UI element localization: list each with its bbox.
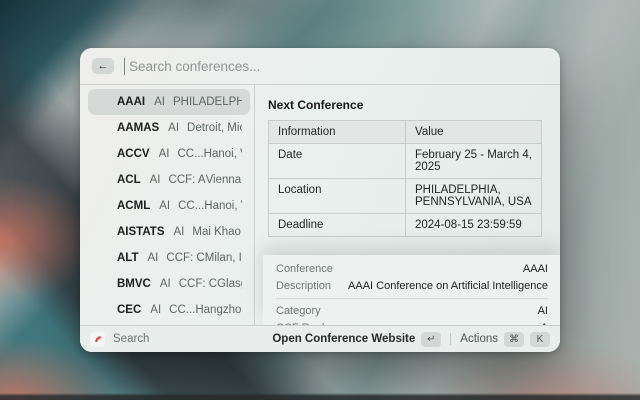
table-cell: February 25 - March 4, 2025: [405, 143, 542, 179]
metadata-value: AAAI Conference on Artificial Intelligen…: [348, 280, 548, 293]
table-cell: Date: [268, 143, 406, 179]
table-cell: PHILADELPHIA, PENNSYLVANIA, USA: [405, 178, 542, 214]
calendar-icon: [96, 226, 109, 239]
conference-location: Glasgow, UK: [217, 278, 242, 290]
text-caret: [124, 57, 125, 75]
next-conference-table: Information Value Date February 25 - March …: [268, 120, 542, 237]
conference-name: CEC: [117, 304, 142, 316]
conference-category: AI: [150, 304, 162, 316]
footer-app-label: Search: [113, 333, 150, 345]
calendar-icon: [96, 96, 109, 109]
table-row: Date February 25 - March 4, 2025: [268, 143, 542, 179]
calendar-icon: [96, 174, 109, 187]
conference-name: BMVC: [117, 278, 151, 290]
conference-category: AI: [147, 252, 159, 264]
metadata-row: Conference AAAI: [276, 260, 548, 278]
conference-name: AAMAS: [117, 122, 160, 134]
k-key-badge: K: [530, 331, 550, 347]
conference-list-item-accv[interactable]: ACCV AI CC...Hanoi, Vietnam: [88, 141, 250, 167]
table-cell: 2024-08-15 23:59:59: [405, 213, 542, 237]
conference-list-item-aistats[interactable]: AISTATS AI Mai Khao, Thail...: [88, 219, 250, 245]
metadata-label: Description: [276, 280, 332, 293]
table-header-cell: Value: [405, 120, 542, 144]
conference-location: Hanoi, Vietnam: [203, 148, 242, 160]
table-row: Location PHILADELPHIA, PENNSYLVANIA, USA: [268, 178, 542, 214]
metadata-label: Category: [276, 304, 321, 317]
metadata-divider: [276, 298, 548, 299]
table-header-cell: Information: [268, 120, 406, 144]
conference-name: ALT: [117, 252, 139, 264]
conference-list-item-acl[interactable]: ACL AI CCF: AVienna, Austria: [88, 167, 250, 193]
conference-list: AAAI AI PHILADELPHIA, PE... AAMAS AI Detroit,…: [80, 85, 254, 325]
conference-rank: CC...: [177, 148, 204, 160]
desktop-wallpaper: ← AAAI AI PHILADELPHIA, PE... AAMAS AI Detroi…: [0, 0, 640, 400]
metadata-panel: Conference AAAI Description AAAI Conference…: [263, 255, 560, 325]
actions-button[interactable]: Actions: [460, 333, 498, 345]
search-bar: ←: [80, 48, 560, 84]
conference-category: AI: [159, 278, 171, 290]
table-cell: Deadline: [268, 213, 406, 237]
conference-list-item-bmvc[interactable]: BMVC AI CCF: CGlasgow, UK: [88, 271, 250, 297]
conference-rank: CCF: C: [178, 278, 218, 290]
conference-location: Hangzhou, China: [195, 304, 242, 316]
detail-heading: Next Conference: [268, 98, 364, 112]
content-area: AAAI AI PHILADELPHIA, PE... AAMAS AI Detroit,…: [80, 85, 560, 325]
back-arrow-icon: ←: [97, 60, 109, 72]
conference-category: AI: [154, 96, 165, 108]
calendar-icon: [96, 278, 109, 291]
conference-category: AI: [149, 174, 161, 186]
raycast-logo-icon: [90, 331, 105, 347]
footer-divider: [450, 333, 452, 345]
table-cell: Location: [268, 178, 406, 214]
cmd-key-badge: ⌘: [504, 331, 524, 347]
conference-name: ACCV: [117, 148, 150, 160]
metadata-row: Category AI: [276, 302, 548, 320]
metadata-value: AI: [537, 304, 548, 317]
conference-list-item-aaai[interactable]: AAAI AI PHILADELPHIA, PE...: [88, 89, 250, 115]
conference-location: Detroit, Michigan...: [187, 122, 242, 134]
conference-name: ACL: [117, 174, 141, 186]
footer-bar: Search Open Conference Website ↵ Actions…: [80, 325, 560, 352]
conference-name: ACML: [117, 200, 151, 212]
conference-rank: CCF: A: [168, 174, 206, 186]
conference-category: AI: [159, 200, 171, 212]
table-header-row: Information Value: [268, 120, 542, 144]
conference-category: AI: [173, 226, 185, 238]
conference-category: AI: [168, 122, 180, 134]
conference-location: PHILADELPHIA, PE...: [173, 96, 242, 108]
calendar-icon: [96, 200, 109, 213]
search-input[interactable]: [127, 57, 548, 75]
conference-name: AISTATS: [117, 226, 165, 238]
launcher-window: ← AAAI AI PHILADELPHIA, PE... AAMAS AI Detroi…: [80, 48, 560, 352]
conference-rank: CCF: C: [166, 252, 205, 264]
calendar-icon: [96, 122, 109, 135]
conference-location: Hanoi, Vietnam: [204, 200, 242, 212]
conference-rank: CC...: [169, 304, 196, 316]
table-row: Deadline 2024-08-15 23:59:59: [268, 213, 542, 237]
metadata-row: Description AAAI Conference on Artificial…: [276, 278, 548, 296]
conference-list-item-acml[interactable]: ACML AI CC...Hanoi, Vietnam: [88, 193, 250, 219]
conference-location: Mai Khao, Thail...: [192, 226, 242, 238]
conference-location: Milan, Italy: [204, 252, 242, 264]
back-button[interactable]: ←: [92, 58, 114, 74]
enter-key-badge: ↵: [421, 331, 442, 347]
metadata-label: Conference: [276, 262, 333, 275]
conference-list-item-cec[interactable]: CEC AI CC...Hangzhou, China: [88, 297, 250, 323]
conference-rank: CC...: [178, 200, 205, 212]
conference-name: AAAI: [117, 96, 146, 108]
calendar-icon: [96, 252, 109, 265]
conference-location: Vienna, Austria: [205, 174, 242, 186]
open-conference-website-button[interactable]: Open Conference Website: [272, 333, 415, 345]
calendar-icon: [96, 304, 109, 317]
conference-list-item-alt[interactable]: ALT AI CCF: CMilan, Italy: [88, 245, 250, 271]
conference-list-item-aamas[interactable]: AAMAS AI Detroit, Michigan...: [88, 115, 250, 141]
metadata-value: AAAI: [522, 262, 548, 275]
calendar-icon: [96, 148, 109, 161]
conference-category: AI: [158, 148, 170, 160]
